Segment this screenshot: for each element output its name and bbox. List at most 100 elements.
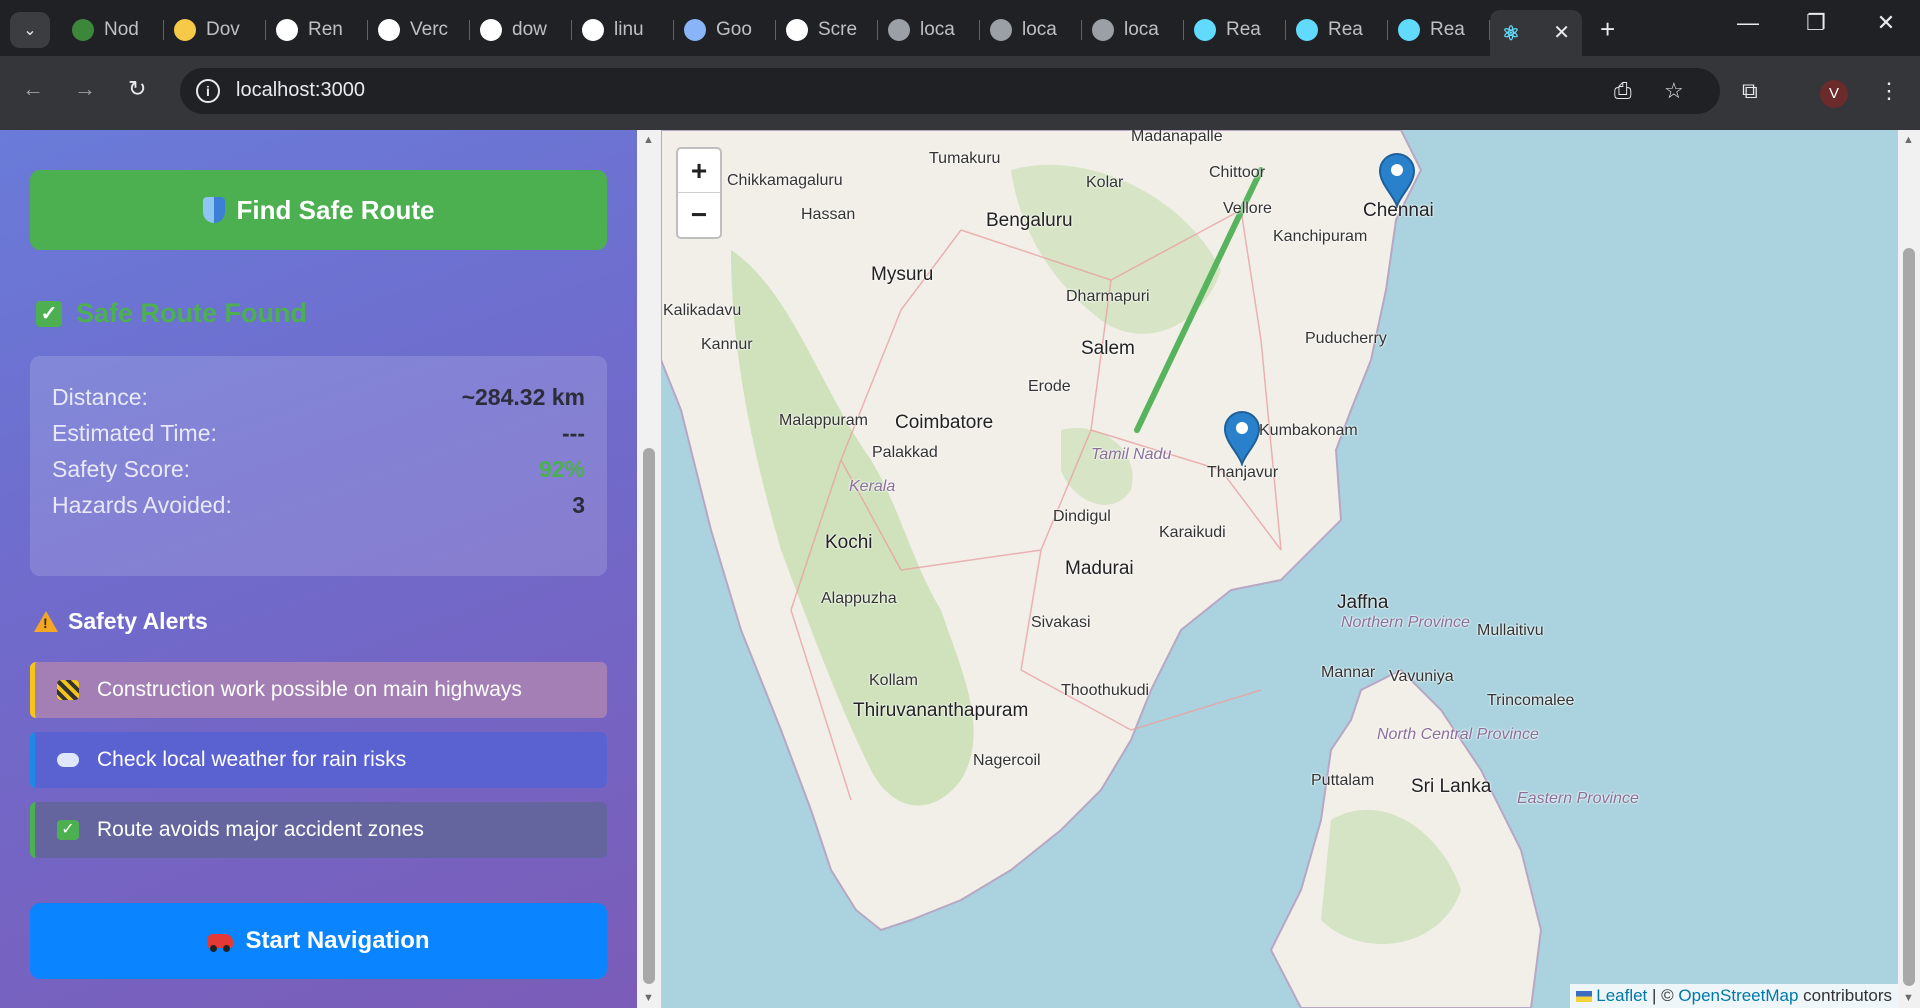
google-icon — [480, 19, 502, 41]
scroll-up-icon[interactable]: ▲ — [1903, 134, 1914, 146]
map-label-city: Chittoor — [1209, 164, 1266, 181]
scrollbar-thumb[interactable] — [643, 448, 655, 984]
car-icon — [207, 934, 234, 952]
globe-icon — [1092, 19, 1114, 41]
stat-estimated-time: Estimated Time: --- — [52, 418, 585, 448]
map-label-city: Kannur — [701, 336, 753, 353]
tab-label: Verc — [410, 19, 449, 40]
tab-active[interactable]: ⚛ ✕ — [1490, 10, 1582, 56]
destination-marker-icon[interactable] — [1378, 152, 1416, 208]
scrollbar-thumb[interactable] — [1903, 248, 1915, 986]
map-label-city: Coimbatore — [895, 412, 994, 433]
tab[interactable]: Scre — [776, 10, 878, 50]
menu-icon[interactable]: ⋮ — [1878, 78, 1900, 104]
tab[interactable]: Goo — [674, 10, 776, 50]
map-label-city: Mullaitivu — [1477, 622, 1544, 639]
map-label-city: Hassan — [801, 206, 856, 223]
stat-value: 92% — [538, 455, 585, 482]
stat-label: Estimated Time: — [52, 419, 217, 446]
start-navigation-button[interactable]: Start Navigation — [30, 903, 607, 979]
address-bar[interactable]: i localhost:3000 — [180, 68, 1720, 114]
checkmark-icon: ✓ — [36, 300, 62, 327]
map-label-city: Mannar — [1321, 664, 1376, 681]
zoom-in-button[interactable]: + — [678, 149, 720, 193]
tab-label: Scre — [818, 19, 858, 40]
alert-text: Construction work possible on main highw… — [97, 678, 522, 701]
ukraine-flag-icon — [1576, 991, 1593, 1003]
tab-label: loca — [1022, 19, 1057, 40]
restore-icon[interactable]: ❐ — [1796, 10, 1836, 36]
screen-icon — [786, 19, 808, 41]
scroll-down-icon[interactable]: ▼ — [643, 992, 654, 1004]
map-label-city: Tamil Nadu — [1091, 446, 1172, 463]
stat-value: --- — [562, 419, 585, 446]
scroll-up-icon[interactable]: ▲ — [643, 134, 654, 146]
close-tab-icon[interactable]: ✕ — [1553, 20, 1570, 45]
map-label-city: Malappuram — [779, 412, 868, 429]
page-scrollbar[interactable]: ▲ ▼ — [1898, 130, 1920, 1008]
extensions-icon[interactable]: ⧉ — [1742, 78, 1758, 104]
zoom-out-button[interactable]: − — [678, 193, 720, 237]
zoom-control: + − — [676, 147, 722, 239]
url-text[interactable]: localhost:3000 — [236, 79, 365, 102]
reload-icon[interactable]: ↻ — [128, 76, 146, 102]
leaflet-link[interactable]: Leaflet — [1596, 986, 1647, 1005]
alert-text: Route avoids major accident zones — [97, 818, 424, 841]
stat-hazards-avoided: Hazards Avoided: 3 — [52, 490, 585, 520]
tab[interactable]: dow — [470, 10, 572, 50]
start-navigation-label: Start Navigation — [245, 927, 430, 954]
map-label-city: Eastern Province — [1517, 790, 1639, 807]
vercel-icon — [378, 19, 400, 41]
tab[interactable]: Verc — [368, 10, 470, 50]
tab[interactable]: Dov — [164, 10, 266, 50]
map-label-city: Salem — [1081, 338, 1135, 359]
map-label-city: Erode — [1028, 378, 1071, 395]
tab-label: dow — [512, 19, 547, 40]
close-window-icon[interactable]: ✕ — [1866, 10, 1906, 36]
site-info-icon[interactable]: i — [196, 79, 220, 103]
bookmark-star-icon[interactable]: ☆ — [1664, 78, 1684, 104]
react-icon — [1398, 19, 1420, 41]
map-label-city: North Central Province — [1377, 726, 1539, 743]
safety-alerts-title: Safety Alerts — [68, 608, 208, 634]
map-tiles — [661, 130, 1543, 1008]
scroll-down-icon[interactable]: ▼ — [1903, 992, 1914, 1004]
tab[interactable]: Ren — [266, 10, 368, 50]
stat-label: Hazards Avoided: — [52, 491, 232, 518]
forward-icon[interactable]: → — [74, 76, 96, 102]
globe-icon — [888, 19, 910, 41]
tab[interactable]: Rea — [1388, 10, 1490, 50]
tab[interactable]: Rea — [1286, 10, 1388, 50]
route-map[interactable]: + − Madanapalle Tumakuru Chikkamagaluru Kol… — [661, 130, 1898, 1008]
tab[interactable]: loca — [980, 10, 1082, 50]
map-label-city: Kollam — [869, 672, 918, 689]
stat-safety-score: Safety Score: 92% — [52, 454, 585, 484]
origin-marker-icon[interactable] — [1223, 410, 1261, 466]
attribution-suffix: contributors — [1803, 986, 1892, 1005]
find-safe-route-button[interactable]: Find Safe Route — [30, 170, 607, 250]
tab[interactable]: loca — [878, 10, 980, 50]
openstreetmap-link[interactable]: OpenStreetMap — [1678, 986, 1798, 1005]
map-label-city: Puducherry — [1305, 330, 1387, 347]
sidebar-scrollbar[interactable]: ▲ ▼ — [637, 130, 661, 1008]
map-label-city: Mysuru — [871, 264, 934, 285]
tab-strip: ⌄ Nod Dov Ren Verc dow linu Goo Scre loca loca loc… — [0, 0, 1920, 60]
warning-icon — [34, 611, 58, 632]
avatar[interactable]: V — [1820, 80, 1848, 108]
map-label-city: Sri Lanka — [1411, 776, 1492, 797]
tab-label: linu — [614, 19, 644, 40]
minimize-icon[interactable]: — — [1728, 10, 1768, 36]
tab[interactable]: linu — [572, 10, 674, 50]
map-label-city: Madurai — [1065, 558, 1134, 579]
tab[interactable]: loca — [1082, 10, 1184, 50]
tab-search-button[interactable]: ⌄ — [10, 12, 50, 48]
tab[interactable]: Rea — [1184, 10, 1286, 50]
render-icon — [276, 19, 298, 41]
react-icon — [1194, 19, 1216, 41]
install-app-icon[interactable]: ⎙ — [1614, 78, 1632, 104]
new-tab-button[interactable]: + — [1600, 14, 1615, 45]
map-label-city: Jaffna — [1337, 592, 1389, 613]
tab[interactable]: Nod — [62, 10, 164, 50]
back-icon[interactable]: ← — [22, 76, 44, 102]
map-label-city: Palakkad — [872, 444, 938, 461]
